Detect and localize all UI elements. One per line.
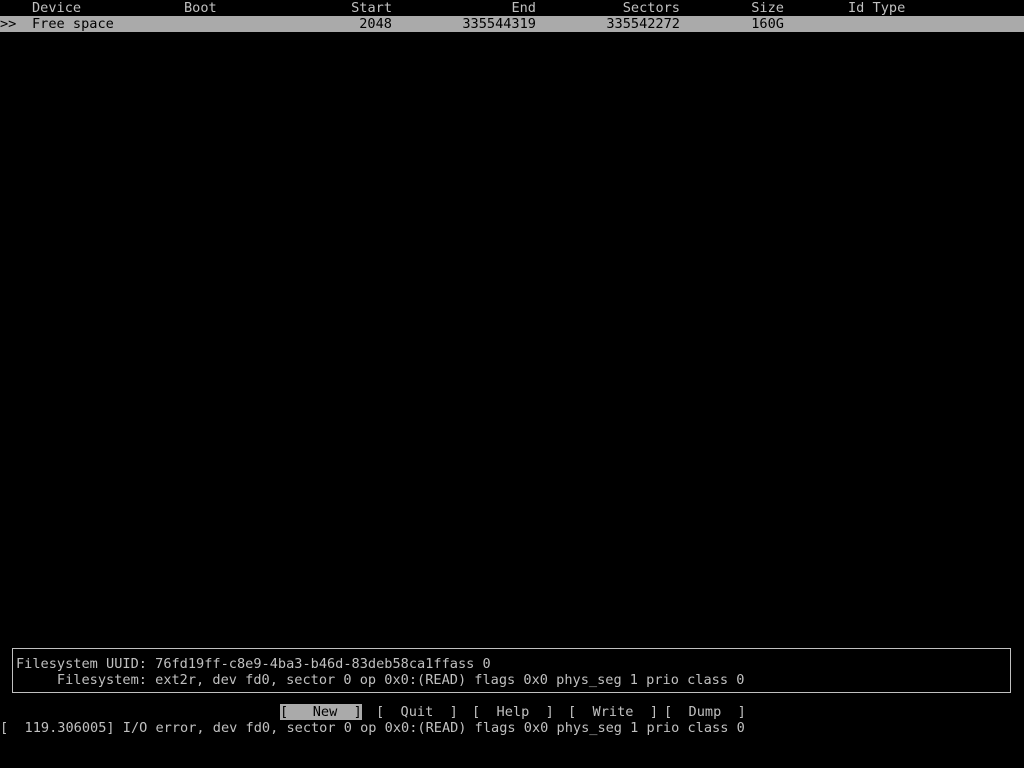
- row-end: 335544319: [462, 16, 536, 32]
- row-sectors: 335542272: [606, 16, 680, 32]
- column-header-start: Start: [351, 0, 392, 16]
- column-header-id-type: Id Type: [848, 0, 906, 16]
- info-panel-line-1: Filesystem UUID: 76fd19ff-c8e9-4ba3-b46d…: [16, 656, 491, 672]
- help-button[interactable]: [ Help ]: [472, 704, 554, 720]
- column-header-device: Device: [32, 0, 82, 16]
- row-start: 2048: [359, 16, 392, 32]
- column-header-boot: Boot: [184, 0, 217, 16]
- info-panel-line-2: Filesystem: ext2r, dev fd0, sector 0 op …: [16, 672, 745, 688]
- column-header-sectors: Sectors: [622, 0, 680, 16]
- column-header-end: End: [511, 0, 536, 16]
- quit-button[interactable]: [ Quit ]: [376, 704, 458, 720]
- partition-row-free-space[interactable]: >> Free space 2048 335544319 335542272 1…: [0, 16, 1024, 32]
- write-button[interactable]: [ Write ]: [568, 704, 658, 720]
- kernel-error-message: [ 119.306005] I/O error, dev fd0, sector…: [0, 720, 745, 736]
- cfdisk-screen: { "header": { "device": "Device", "boot"…: [0, 0, 1024, 768]
- dump-button[interactable]: [ Dump ]: [664, 704, 746, 720]
- row-device: Free space: [32, 16, 114, 32]
- row-selection-marker: >>: [0, 16, 17, 32]
- column-header-size: Size: [751, 0, 784, 16]
- new-button[interactable]: [ New ]: [280, 704, 362, 720]
- row-size: 160G: [751, 16, 784, 32]
